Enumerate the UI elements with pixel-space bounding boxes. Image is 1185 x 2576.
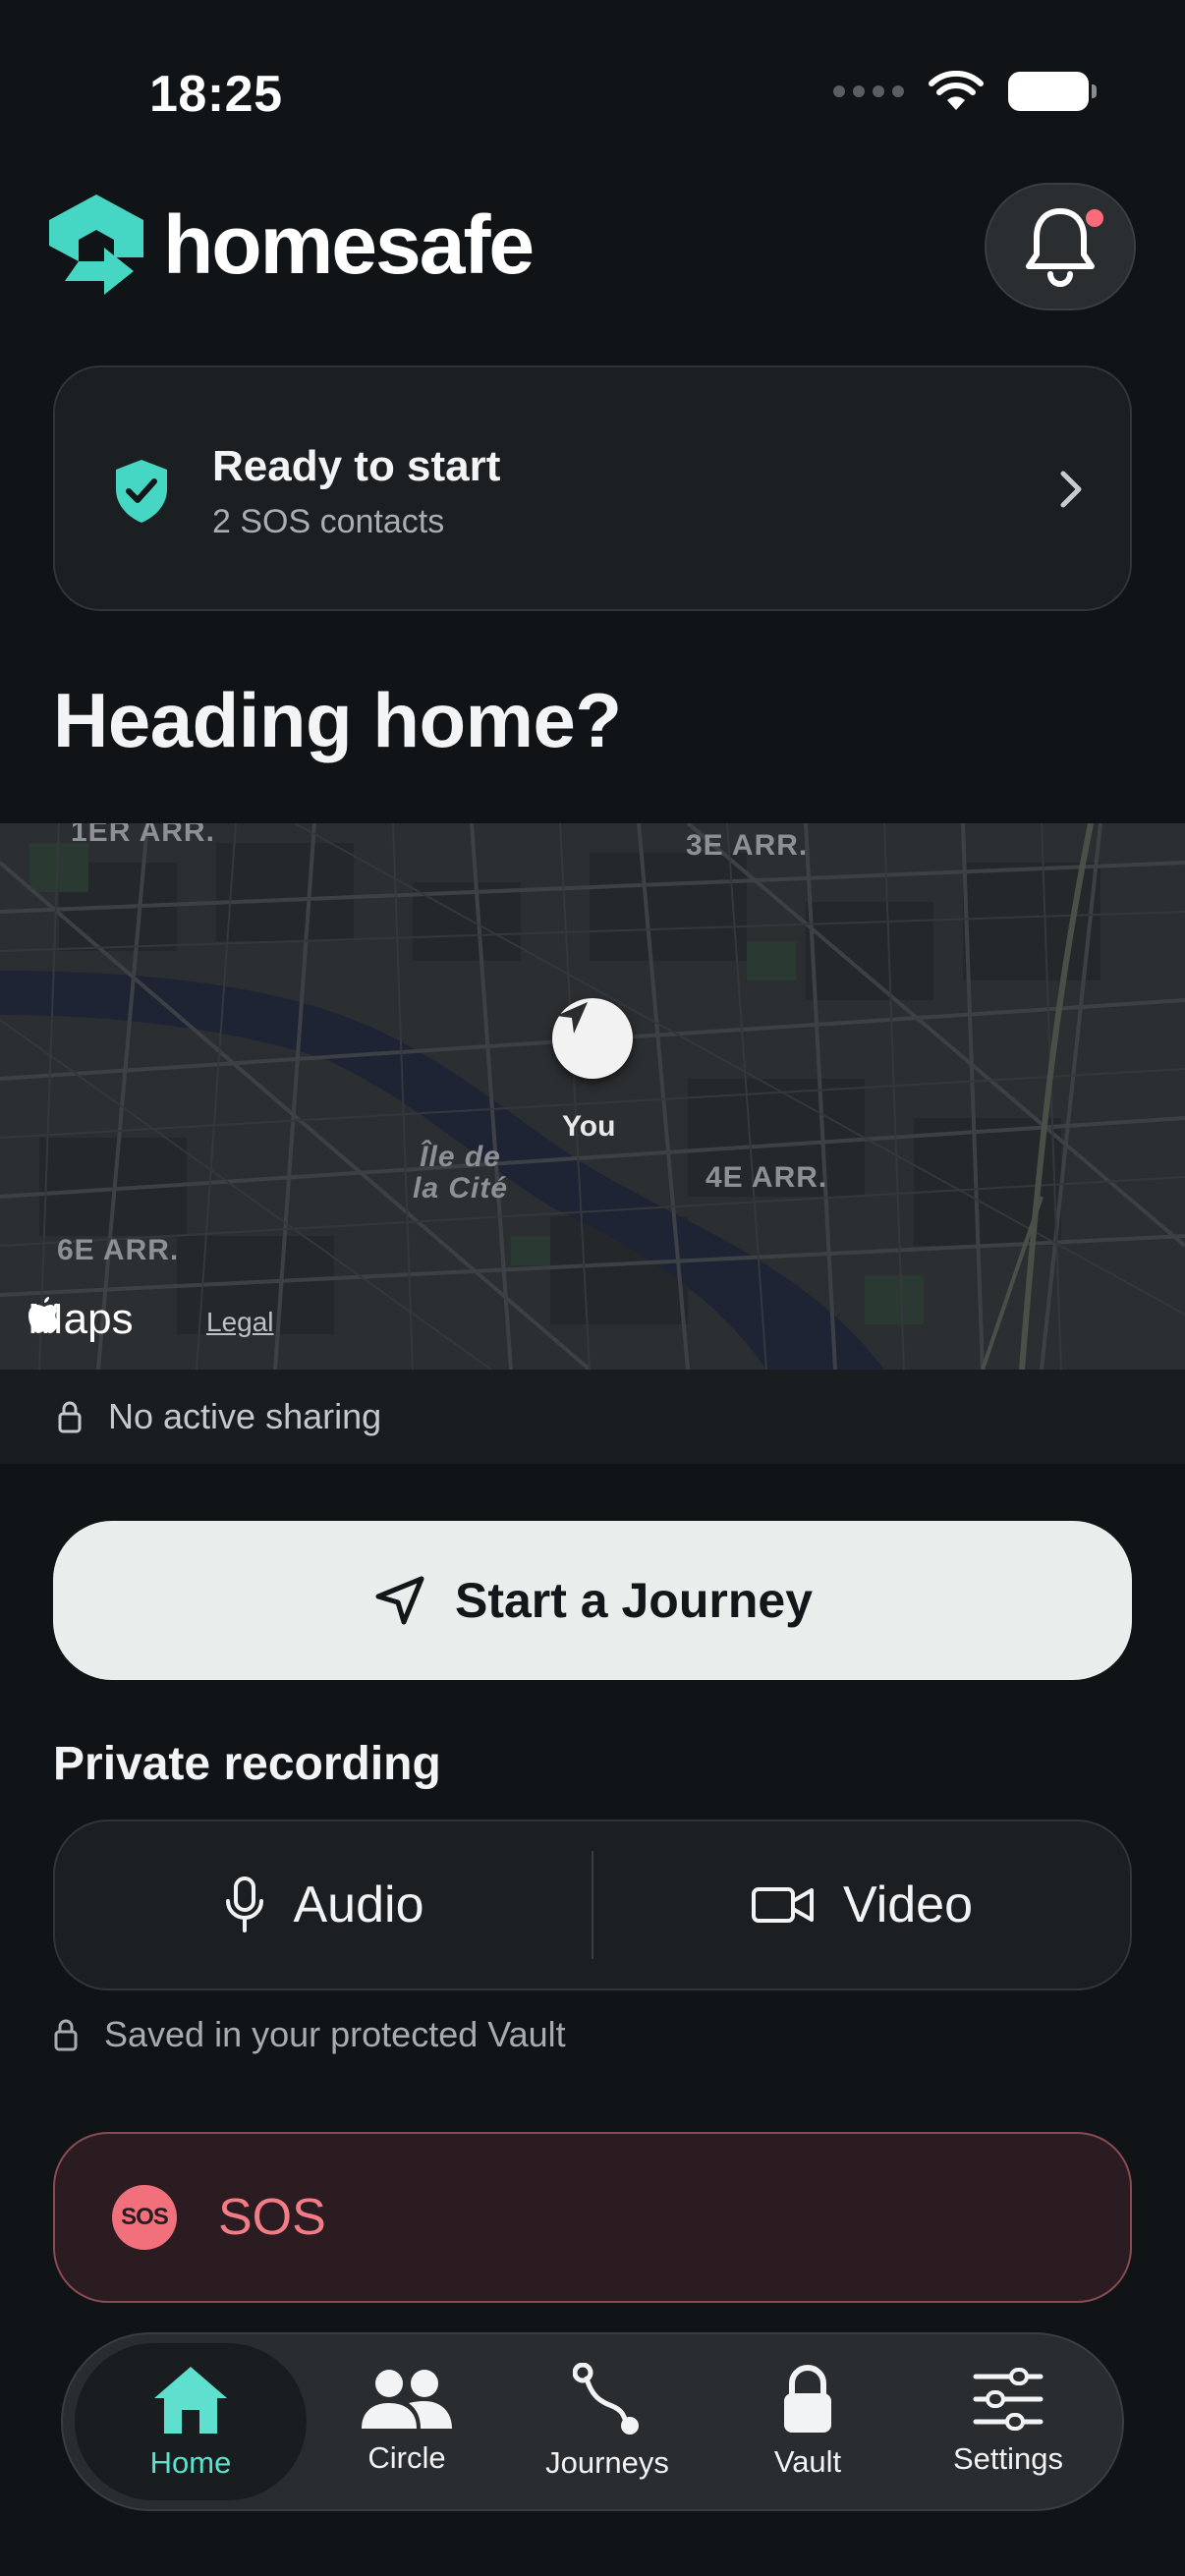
wifi-icon bbox=[929, 71, 984, 110]
notification-badge bbox=[1083, 206, 1106, 230]
map-label-ile-de-la-cite: Île de la Cité bbox=[413, 1141, 509, 1204]
people-icon bbox=[362, 2370, 452, 2429]
apple-maps-brand: Maps bbox=[28, 1295, 134, 1343]
battery-icon bbox=[1008, 72, 1097, 111]
tab-circle[interactable]: Circle bbox=[307, 2343, 507, 2500]
user-location-marker[interactable] bbox=[552, 998, 633, 1079]
private-recording-title: Private recording bbox=[53, 1738, 441, 1790]
audio-record-button[interactable]: Audio bbox=[55, 1821, 592, 1988]
map-view[interactable]: 1ER ARR. 3E ARR. 4E ARR. 6E ARR. Île de … bbox=[0, 823, 1185, 1370]
recording-options: Audio Video bbox=[53, 1820, 1132, 1990]
map-label-6e: 6E ARR. bbox=[57, 1234, 180, 1266]
navigation-arrow-icon bbox=[556, 1002, 588, 1034]
user-location-label: You bbox=[562, 1110, 616, 1143]
route-icon bbox=[573, 2363, 639, 2435]
status-icons bbox=[833, 71, 1097, 112]
sos-button[interactable]: SOS SOS bbox=[53, 2132, 1132, 2303]
ready-status-card[interactable]: Ready to start 2 SOS contacts bbox=[53, 365, 1132, 611]
homesafe-logo-icon bbox=[49, 195, 143, 295]
app-logo: homesafe bbox=[45, 193, 535, 297]
shield-check-icon bbox=[116, 460, 167, 523]
sos-label: SOS bbox=[218, 2189, 326, 2246]
ready-title: Ready to start bbox=[212, 442, 501, 490]
tab-home[interactable]: Home bbox=[75, 2343, 307, 2500]
video-record-button[interactable]: Video bbox=[593, 1821, 1130, 1988]
home-icon bbox=[154, 2367, 227, 2434]
vault-note-text: Saved in your protected Vault bbox=[104, 2014, 566, 2054]
sos-icon: SOS bbox=[112, 2185, 177, 2250]
start-journey-button[interactable]: Start a Journey bbox=[53, 1521, 1132, 1680]
notifications-button[interactable] bbox=[985, 183, 1136, 310]
map-label-4e: 4E ARR. bbox=[705, 1161, 828, 1194]
lock-icon bbox=[58, 1401, 82, 1433]
lock-icon bbox=[784, 2365, 831, 2433]
audio-label: Audio bbox=[293, 1876, 424, 1933]
tab-vault[interactable]: Vault bbox=[707, 2343, 908, 2500]
video-label: Video bbox=[842, 1876, 974, 1933]
microphone-icon bbox=[225, 1876, 263, 1932]
lock-icon bbox=[54, 2019, 78, 2051]
tab-journeys[interactable]: Journeys bbox=[507, 2343, 707, 2500]
chevron-right-icon bbox=[1060, 471, 1082, 508]
tab-settings[interactable]: Settings bbox=[908, 2343, 1108, 2500]
sliders-icon bbox=[973, 2368, 1044, 2431]
page-heading: Heading home? bbox=[53, 677, 622, 763]
map-label-3e: 3E ARR. bbox=[686, 829, 809, 862]
map-streets bbox=[0, 823, 1185, 1370]
video-camera-icon bbox=[751, 1887, 814, 1923]
tab-bar: Home Circle Journeys Vault Settings bbox=[61, 2332, 1124, 2511]
cellular-signal-icon bbox=[833, 85, 904, 97]
apple-logo-icon bbox=[28, 1297, 60, 1333]
ready-subtitle: 2 SOS contacts bbox=[212, 503, 445, 540]
sharing-status-text: No active sharing bbox=[108, 1396, 382, 1436]
navigation-arrow-icon bbox=[375, 1576, 424, 1625]
map-label-1er: 1ER ARR. bbox=[71, 823, 215, 848]
vault-note: Saved in your protected Vault bbox=[53, 2014, 566, 2055]
maps-legal-link[interactable]: Legal bbox=[206, 1307, 274, 1338]
brand-name: homesafe bbox=[163, 197, 535, 291]
start-journey-label: Start a Journey bbox=[454, 1573, 813, 1628]
sharing-status-bar: No active sharing bbox=[0, 1370, 1185, 1464]
status-time: 18:25 bbox=[149, 66, 283, 123]
